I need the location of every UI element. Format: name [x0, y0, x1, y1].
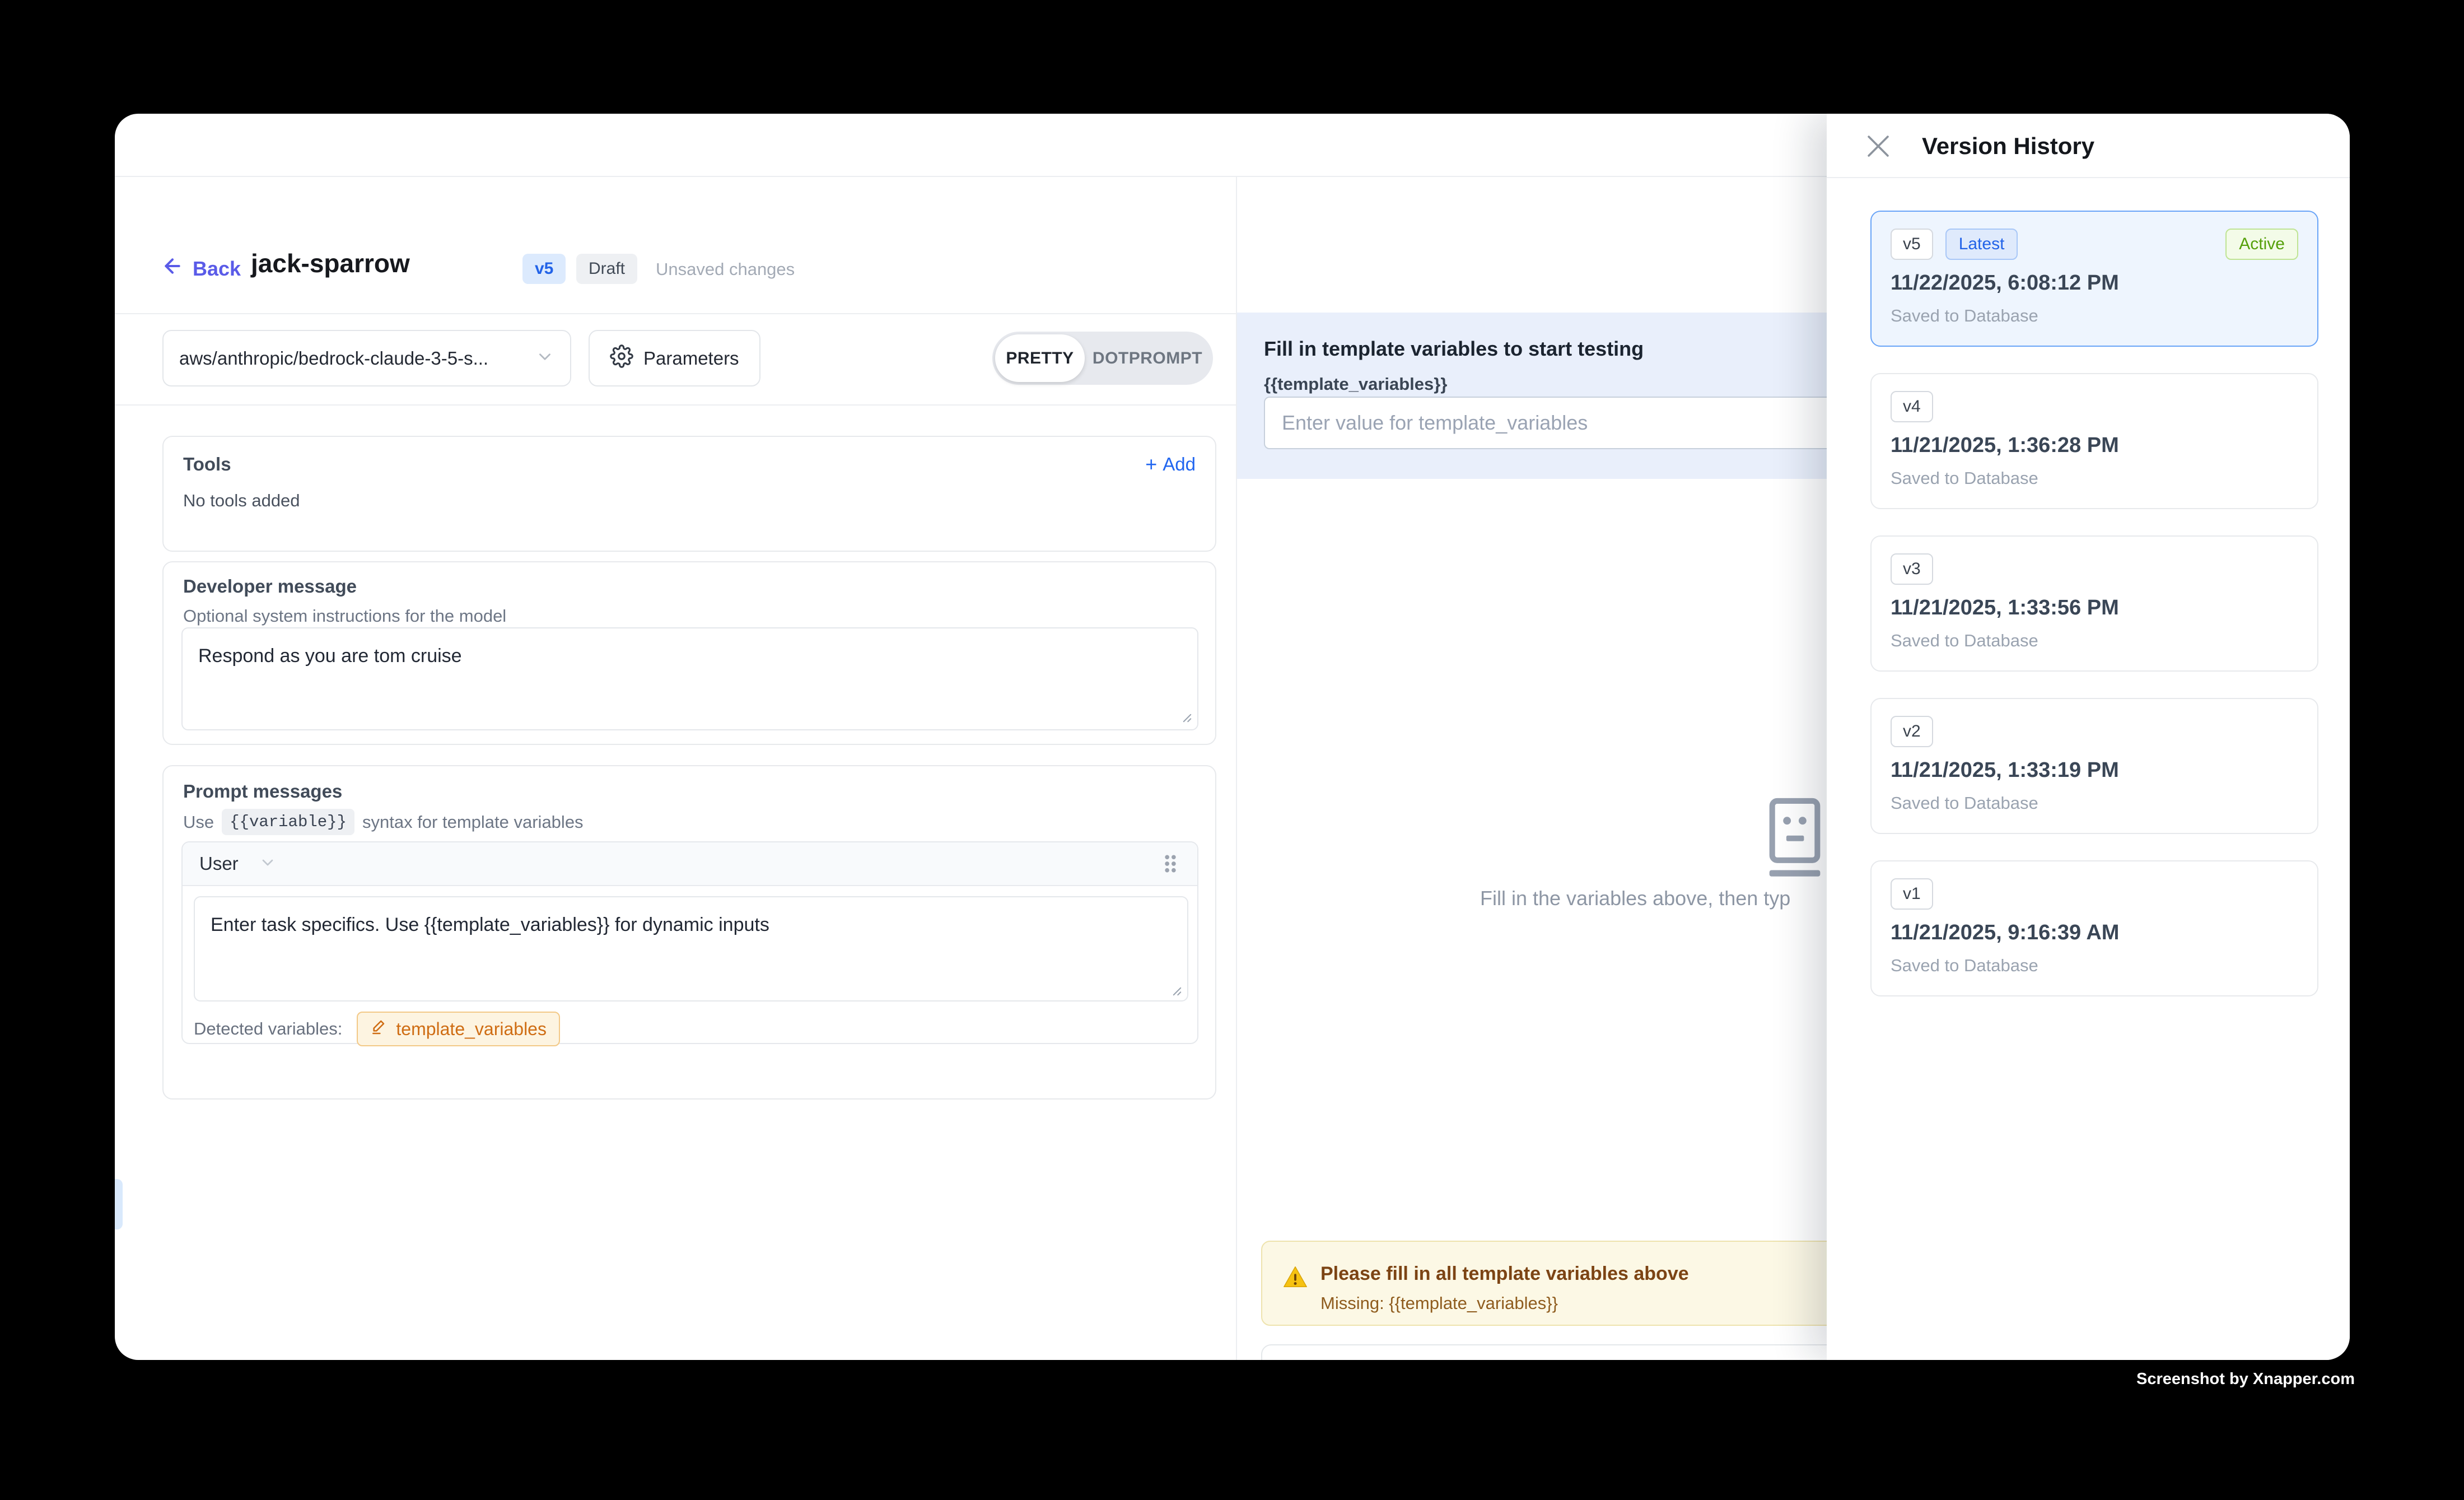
unsaved-changes-text: Unsaved changes — [656, 259, 795, 279]
warning-detail: Missing: {{template_variables}} — [1320, 1293, 1558, 1313]
hint-suffix: syntax for template variables — [362, 812, 584, 832]
prompt-messages-card: Prompt messages Use {{variable}} syntax … — [162, 765, 1216, 1100]
version-status: Saved to Database — [1891, 793, 2038, 813]
version-card-badges: v1 — [1891, 878, 1933, 910]
header-divider — [115, 313, 1236, 314]
developer-title: Developer message — [183, 576, 357, 597]
latest-badge: Latest — [1945, 229, 2018, 260]
add-tool-label: Add — [1163, 454, 1196, 475]
close-icon[interactable] — [1859, 127, 1897, 165]
back-label: Back — [193, 257, 241, 281]
version-card-badges: v2 — [1891, 716, 1933, 747]
version-history-panel: Version History v5 Latest Active 11/22/2… — [1827, 114, 2350, 1360]
version-timestamp: 11/21/2025, 9:16:39 AM — [1891, 921, 2119, 945]
version-timestamp: 11/21/2025, 1:36:28 PM — [1891, 434, 2119, 458]
template-variable-chip-label: template_variables — [396, 1019, 547, 1040]
user-message-textarea[interactable]: Enter task specifics. Use {{template_var… — [194, 896, 1188, 1001]
prompt-message-block: User Enter task specifics. Use {{templat… — [181, 841, 1198, 1044]
plus-icon: + — [1145, 454, 1157, 474]
version-card[interactable]: v2 11/21/2025, 1:33:19 PM Saved to Datab… — [1870, 698, 2318, 834]
version-badge: v5 — [522, 254, 566, 284]
parameters-button[interactable]: Parameters — [589, 330, 760, 386]
version-card[interactable]: v3 11/21/2025, 1:33:56 PM Saved to Datab… — [1870, 535, 2318, 672]
version-card[interactable]: v1 11/21/2025, 9:16:39 AM Saved to Datab… — [1870, 860, 2318, 996]
version-timestamp: 11/21/2025, 1:33:19 PM — [1891, 758, 2119, 782]
hint-prefix: Use — [183, 812, 214, 832]
tools-empty-text: No tools added — [183, 491, 300, 511]
version-status: Saved to Database — [1891, 306, 2038, 326]
detected-variables-label: Detected variables: — [194, 1019, 342, 1039]
developer-message-textarea[interactable]: Respond as you are tom cruise — [181, 627, 1198, 730]
version-status: Saved to Database — [1891, 956, 2038, 976]
version-card-badges: v5 Latest — [1891, 229, 2018, 260]
version-status: Saved to Database — [1891, 631, 2038, 651]
add-tool-button[interactable]: + Add — [1145, 454, 1196, 475]
chevron-down-icon — [259, 854, 277, 874]
page-title: jack-sparrow — [251, 248, 410, 278]
developer-subtitle: Optional system instructions for the mod… — [183, 606, 506, 626]
model-select[interactable]: aws/anthropic/bedrock-claude-3-5-s... — [162, 330, 571, 386]
variable-syntax-hint: Use {{variable}} syntax for template var… — [183, 809, 584, 835]
prompts-title: Prompt messages — [183, 781, 342, 802]
version-history-divider — [1827, 177, 2350, 178]
bot-face-icon — [1760, 796, 1830, 884]
warning-title: Please fill in all template variables ab… — [1320, 1263, 1689, 1285]
edge-peek-decoration — [115, 1179, 123, 1229]
pencil-icon — [370, 1018, 388, 1040]
version-number-badge: v4 — [1891, 391, 1933, 422]
detected-variables-row: Detected variables: template_variables — [194, 1012, 560, 1046]
variable-name-label: {{template_variables}} — [1264, 374, 1447, 394]
chevron-down-icon — [535, 347, 554, 369]
version-timestamp: 11/22/2025, 6:08:12 PM — [1891, 271, 2119, 295]
watermark-text: Screenshot by Xnapper.com — [2136, 1370, 2355, 1389]
tools-title: Tools — [183, 454, 231, 475]
developer-message-card: Developer message Optional system instru… — [162, 561, 1216, 745]
version-timestamp: 11/21/2025, 1:33:56 PM — [1891, 596, 2119, 620]
empty-state-text: Fill in the variables above, then typ — [1480, 887, 1790, 910]
version-card-badges: v3 — [1891, 553, 1933, 585]
role-select[interactable]: User — [199, 853, 277, 874]
toggle-dotprompt[interactable]: DOTPROMPT — [1085, 334, 1210, 382]
back-arrow-icon — [161, 255, 184, 282]
role-select-value: User — [199, 853, 239, 874]
tools-card: Tools + Add No tools added — [162, 436, 1216, 552]
version-status: Saved to Database — [1891, 468, 2038, 488]
active-badge: Active — [2225, 229, 2298, 260]
version-number-badge: v5 — [1891, 229, 1933, 260]
version-card[interactable]: v5 Latest Active 11/22/2025, 6:08:12 PM … — [1870, 211, 2318, 347]
version-number-badge: v1 — [1891, 878, 1933, 910]
app-window: Back jack-sparrow v5 Draft Unsaved chang… — [115, 114, 2350, 1360]
gear-icon — [610, 344, 633, 372]
warning-icon — [1282, 1264, 1308, 1293]
draft-badge: Draft — [576, 254, 637, 284]
version-history-title: Version History — [1922, 133, 2094, 160]
version-card[interactable]: v4 11/21/2025, 1:36:28 PM Saved to Datab… — [1870, 373, 2318, 509]
format-toggle: PRETTY DOTPROMPT — [992, 332, 1213, 385]
toggle-pretty[interactable]: PRETTY — [995, 334, 1085, 382]
model-select-value: aws/anthropic/bedrock-claude-3-5-s... — [179, 348, 524, 369]
version-list: v5 Latest Active 11/22/2025, 6:08:12 PM … — [1870, 211, 2318, 1023]
message-header: User — [183, 842, 1197, 886]
parameters-label: Parameters — [643, 348, 739, 369]
toolbar-divider — [115, 404, 1236, 406]
version-number-badge: v3 — [1891, 553, 1933, 585]
version-number-badge: v2 — [1891, 716, 1933, 747]
template-variable-chip[interactable]: template_variables — [357, 1012, 560, 1046]
back-button[interactable]: Back — [161, 255, 241, 282]
drag-handle-icon[interactable] — [1160, 851, 1180, 876]
variable-code-chip: {{variable}} — [222, 809, 354, 835]
banner-title: Fill in template variables to start test… — [1264, 337, 1644, 361]
screenshot-stage: Back jack-sparrow v5 Draft Unsaved chang… — [0, 0, 2464, 1500]
version-card-badges: v4 — [1891, 391, 1933, 422]
